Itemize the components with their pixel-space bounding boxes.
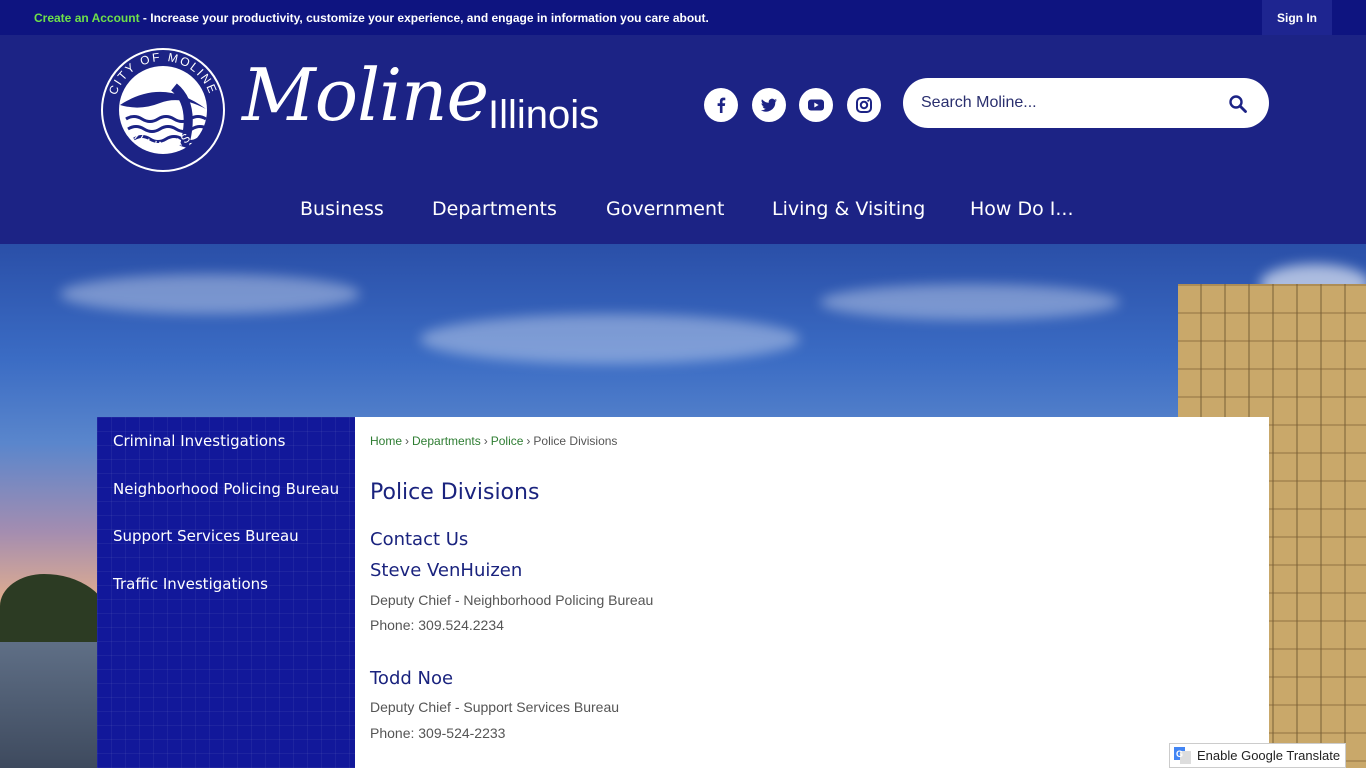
- nav-how-do-i[interactable]: How Do I...: [970, 198, 1074, 220]
- page-title: Police Divisions: [370, 480, 540, 505]
- facebook-link[interactable]: [704, 88, 738, 122]
- contact-title: Deputy Chief - Support Services Bureau: [370, 699, 620, 715]
- contact-heading: Contact Us: [370, 529, 469, 550]
- search-box: [903, 78, 1269, 128]
- instagram-icon: [856, 97, 872, 113]
- search-input[interactable]: [921, 90, 1211, 116]
- main-content: Home › Departments › Police › Police Divisions…: [355, 417, 1269, 768]
- google-translate-icon: G: [1174, 747, 1191, 764]
- account-message: Create an Account - Increase your produc…: [34, 11, 709, 25]
- contact-phone: Phone: 309.524.2234: [370, 617, 504, 633]
- contact-name: Todd Noe: [370, 668, 454, 689]
- google-translate-label: Enable Google Translate: [1197, 748, 1341, 763]
- instagram-link[interactable]: [847, 88, 881, 122]
- search-icon: [1229, 95, 1247, 113]
- site-header: CITY OF MOLINE ILLINOIS Moline Illinois …: [0, 35, 1366, 244]
- breadcrumb-police[interactable]: Police: [491, 434, 524, 448]
- account-message-text: - Increase your productivity, customize …: [139, 11, 709, 25]
- youtube-link[interactable]: [799, 88, 833, 122]
- contact-phone: Phone: 309-524-2233: [370, 725, 506, 741]
- breadcrumb-separator: ›: [405, 434, 410, 448]
- sidebar-item-support-services[interactable]: Support Services Bureau: [113, 527, 299, 545]
- contact-name: Steve VenHuizen: [370, 560, 523, 581]
- breadcrumb-separator: ›: [526, 434, 531, 448]
- sidebar-item-traffic-investigations[interactable]: Traffic Investigations: [113, 575, 268, 593]
- nav-business[interactable]: Business: [300, 198, 384, 220]
- top-utility-bar: Create an Account - Increase your produc…: [0, 0, 1366, 35]
- twitter-icon: [761, 98, 777, 112]
- twitter-link[interactable]: [752, 88, 786, 122]
- nav-living-visiting[interactable]: Living & Visiting: [772, 198, 925, 220]
- youtube-icon: [808, 99, 824, 111]
- breadcrumb-departments[interactable]: Departments: [412, 434, 481, 448]
- brand-script-text[interactable]: Moline: [242, 53, 489, 137]
- contact-title: Deputy Chief - Neighborhood Policing Bur…: [370, 592, 654, 608]
- sidebar-nav: Criminal Investigations Neighborhood Pol…: [97, 417, 355, 768]
- search-button[interactable]: [1225, 91, 1251, 117]
- sidebar-item-neighborhood-policing[interactable]: Neighborhood Policing Bureau: [113, 480, 339, 498]
- breadcrumb-home[interactable]: Home: [370, 434, 402, 448]
- nav-departments[interactable]: Departments: [432, 198, 557, 220]
- city-seal-logo[interactable]: CITY OF MOLINE ILLINOIS: [100, 47, 226, 173]
- sign-in-button[interactable]: Sign In: [1262, 0, 1332, 35]
- sidebar-item-criminal-investigations[interactable]: Criminal Investigations: [113, 432, 285, 450]
- facebook-icon: [717, 97, 726, 113]
- svg-text:G: G: [1176, 749, 1183, 759]
- nav-government[interactable]: Government: [606, 198, 725, 220]
- create-account-link[interactable]: Create an Account: [34, 11, 140, 25]
- breadcrumb-separator: ›: [483, 434, 488, 448]
- breadcrumb-current: Police Divisions: [533, 434, 618, 448]
- brand-state-text[interactable]: Illinois: [488, 93, 599, 138]
- breadcrumb: Home › Departments › Police › Police Divisions: [370, 434, 617, 448]
- google-translate-button[interactable]: G Enable Google Translate: [1169, 743, 1346, 768]
